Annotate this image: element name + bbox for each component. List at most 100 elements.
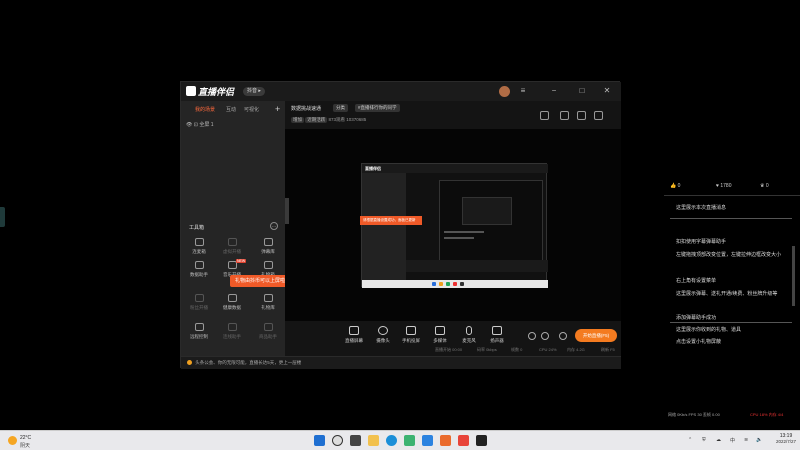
edge-icon[interactable]	[386, 435, 397, 446]
scene-label: 全屏 1	[199, 122, 214, 128]
start-icon[interactable]	[314, 435, 325, 446]
close-icon[interactable]: ✕	[602, 86, 612, 96]
play-icon	[435, 326, 445, 335]
nested-logo: 直播伴侣	[365, 166, 381, 171]
app-name: 直播伴侣	[198, 87, 235, 97]
room-title: 数据挑战速通	[291, 106, 322, 112]
store-icon[interactable]	[404, 435, 415, 446]
beauty-icon[interactable]	[541, 332, 549, 340]
stream-preview[interactable]: 直播伴侣 请根据直播设置成功，面板已更新	[285, 129, 621, 321]
lock-icon[interactable]: ⊡	[194, 122, 198, 128]
input-language[interactable]: 中	[730, 437, 735, 444]
settings-icon[interactable]	[577, 111, 586, 120]
preview-nested-screen: 直播伴侣 请根据直播设置成功，面板已更新	[360, 163, 548, 288]
phone-cast-button[interactable]: 手机投屏	[397, 326, 425, 344]
desktop: 直播伴侣 抖音 ▸ ≡ − □ ✕ 我的场景 互动 可视化 + 👁 ⊡ 全屏 1…	[0, 0, 800, 430]
tool-item[interactable]: 连麦箱	[184, 238, 214, 260]
tab-visual[interactable]: 可视化	[244, 106, 259, 113]
meta-tag: 增加	[291, 117, 304, 123]
danmaku-message: 这里展示你收到的礼物、道具	[676, 327, 742, 333]
tool-item[interactable]: 弹幕库	[253, 238, 283, 260]
share-icon[interactable]	[594, 111, 603, 120]
file-explorer-icon[interactable]	[368, 435, 379, 446]
monitor-icon	[349, 326, 359, 335]
room-header: 数据挑战速通 分类 #直播排行你的同学 增加 近期活跃 873观看 103706…	[285, 101, 621, 129]
screen-icon[interactable]	[560, 111, 569, 120]
tool-item[interactable]: 粉丝开播	[184, 294, 214, 316]
tool-item[interactable]: 健康数据	[217, 294, 247, 316]
screen-capture-button[interactable]: 直播屏幕	[340, 326, 368, 344]
sidebar: 我的场景 互动 可视化 + 👁 ⊡ 全屏 1 工具箱 … 连麦箱 虚拟开播 弹幕…	[181, 101, 285, 356]
minimize-icon[interactable]: −	[549, 86, 559, 96]
scene-item[interactable]: 👁 ⊡ 全屏 1	[186, 121, 214, 128]
tool-item[interactable]: 远程控制	[184, 323, 214, 345]
tooltip-text: 礼物由抖币可以上屏啦~	[235, 278, 288, 284]
gift-icon[interactable]	[540, 111, 549, 120]
danmaku-panel: 👍 0 ♥ 1780 ♛ 0 这里展示本次直播消息 扣扣使用字幕弹幕助手 左键拖…	[664, 176, 800, 426]
hearts-stat: ♥ 1780	[716, 183, 732, 189]
temperature: 22°C	[20, 435, 32, 441]
date: 2022/7/27	[775, 439, 797, 444]
danmaku-message: 点击设置小礼物屏蔽	[676, 339, 722, 345]
tab-interact[interactable]: 互动	[226, 106, 236, 113]
terminal-icon[interactable]	[476, 435, 487, 446]
tools-title: 工具箱	[189, 225, 205, 231]
danmaku-message: 扣扣使用字幕弹幕助手	[676, 239, 727, 245]
weather-icon	[8, 436, 17, 445]
category-chip[interactable]: 分类	[333, 104, 348, 112]
side-handle[interactable]	[0, 207, 5, 227]
tool-item[interactable]: 数据助手	[184, 261, 214, 283]
media-button[interactable]: 多媒体	[426, 326, 454, 344]
add-scene-icon[interactable]: +	[275, 104, 280, 114]
tab-scenes[interactable]: 我的场景	[195, 106, 215, 113]
danmaku-message: 左键拖拽顶部改变位置，左键拉伸边框改变大小	[676, 252, 782, 258]
search-icon[interactable]	[332, 435, 343, 446]
collapse-handle[interactable]	[285, 198, 289, 224]
live-companion-taskbar-icon[interactable]	[440, 435, 451, 446]
topic-chip[interactable]: #直播排行你的同学	[355, 104, 400, 112]
clock[interactable]: 13:19 2022/7/27	[772, 433, 800, 444]
eye-icon[interactable]: 👁	[186, 122, 192, 128]
mail-icon[interactable]	[422, 435, 433, 446]
platform-badge[interactable]: 抖音 ▸	[243, 87, 265, 96]
chevron-up-icon[interactable]: ⌃	[688, 437, 692, 443]
tool-item[interactable]: 礼物库	[253, 294, 283, 316]
camera-mini-icon[interactable]	[528, 332, 536, 340]
warning-icon	[187, 360, 192, 366]
volume-icon[interactable]: 🔈	[756, 437, 762, 443]
separator	[670, 322, 792, 323]
new-badge: NEW	[236, 259, 247, 263]
camera-icon	[378, 326, 388, 335]
shield-icon[interactable]: ⛨	[702, 437, 706, 443]
meta-stats: 873观看 10370685	[328, 117, 367, 122]
status-line: 直播开始 00:00 码率 0kbps 帧数 0 CPU 24% 内存 4.2G…	[435, 347, 615, 352]
settings-icon[interactable]	[559, 332, 567, 340]
live-companion-window: 直播伴侣 抖音 ▸ ≡ − □ ✕ 我的场景 互动 可视化 + 👁 ⊡ 全屏 1…	[180, 81, 621, 369]
wifi-icon[interactable]: ≋	[744, 437, 748, 443]
taskbar: 22°C 阴天 ⌃ ⛨ ☁ 中 ≋ 🔈 13:19 2022/7/27	[0, 430, 800, 450]
tool-item[interactable]: 商品助手	[253, 323, 283, 345]
microphone-icon	[466, 326, 472, 335]
separator	[670, 218, 792, 219]
scrollbar[interactable]	[792, 246, 795, 306]
tool-item[interactable]: 虚拟开播	[217, 238, 247, 260]
menu-icon[interactable]: ≡	[518, 86, 528, 96]
app-logo-icon	[186, 86, 196, 96]
task-view-icon[interactable]	[350, 435, 361, 446]
cloud-icon[interactable]: ☁	[716, 437, 721, 443]
app-icon[interactable]	[458, 435, 469, 446]
likes-stat: 👍 0	[670, 183, 681, 189]
camera-button[interactable]: 摄像头	[369, 326, 397, 344]
avatar[interactable]	[499, 86, 510, 97]
nested-tip: 请根据直播设置成功，面板已更新	[360, 216, 422, 225]
microphone-button[interactable]: 麦克风	[455, 326, 483, 344]
start-live-button[interactable]: 开始直播(F5)	[575, 329, 617, 342]
meta-activity: 近期活跃	[305, 117, 328, 123]
maximize-icon[interactable]: □	[577, 86, 587, 96]
weather-desc: 阴天	[20, 443, 31, 449]
danmaku-message: 这里展示弹幕、送礼开通/续费、粉丝牌升级等	[676, 291, 778, 297]
more-icon[interactable]: …	[270, 222, 278, 230]
speaker-button[interactable]: 扬声器	[483, 326, 511, 344]
crown-stat: ♛ 0	[760, 183, 769, 189]
tool-item[interactable]: 连线助手	[217, 323, 247, 345]
